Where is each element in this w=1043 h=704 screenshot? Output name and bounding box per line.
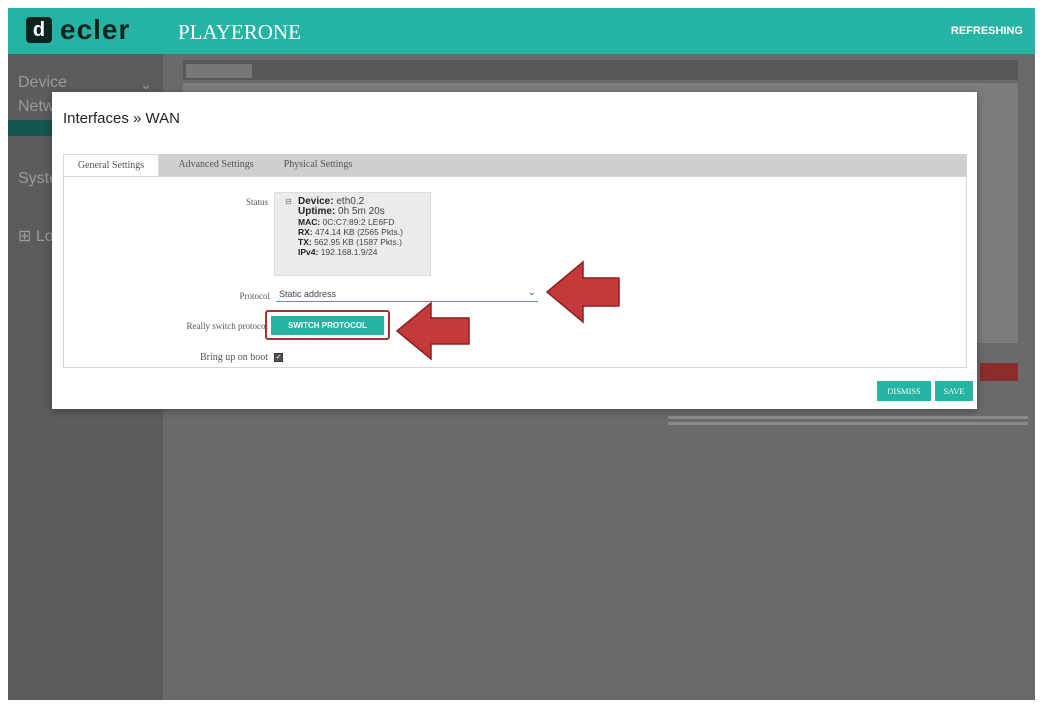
- background-footer: [668, 413, 1028, 425]
- tx-key: TX:: [298, 237, 312, 247]
- interface-edit-dialog: Interfaces » WAN General Settings Advanc…: [52, 92, 977, 409]
- bring-up-on-boot-checkbox[interactable]: ✓: [274, 353, 283, 362]
- top-bar: d ecler PLAYERONE REFRESHING: [8, 8, 1035, 54]
- tab-advanced-settings[interactable]: Advanced Settings: [163, 154, 269, 176]
- rx-value: 474.14 KB (2565 Pkts.): [315, 227, 403, 237]
- switch-protocol-button[interactable]: SWITCH PROTOCOL: [271, 316, 384, 335]
- sidebar-item-device[interactable]: Device: [18, 74, 67, 92]
- status-details: Device: eth0.2 Uptime: 0h 5m 20s MAC: 0C…: [298, 197, 403, 258]
- tx-value: 562.95 KB (1587 Pkts.): [314, 237, 402, 247]
- logo-mark: d: [26, 17, 52, 43]
- ecler-logo: d ecler: [26, 16, 130, 44]
- boot-label: Bring up on boot: [199, 352, 268, 363]
- tab-general-settings[interactable]: General Settings: [63, 154, 159, 178]
- uptime-key: Uptime:: [298, 206, 336, 217]
- logo-text: ecler: [60, 14, 131, 45]
- logout-icon: ⊞: [18, 228, 32, 245]
- sidebar-item-network[interactable]: Netw: [18, 98, 54, 116]
- tab-bar: General Settings Advanced Settings Physi…: [63, 154, 967, 178]
- annotation-arrow-icon: [545, 260, 620, 324]
- switch-protocol-label: Really switch protocol: [186, 321, 268, 331]
- ipv4-value: 192.168.1.9/24: [320, 247, 378, 257]
- uptime-value: 0h 5m 20s: [338, 206, 385, 217]
- dismiss-button[interactable]: DISMISS: [877, 381, 931, 401]
- general-settings-form: [63, 176, 967, 368]
- ipv4-key: IPv4:: [298, 247, 319, 257]
- mac-value: 0C:C7:89:2 LE6FD: [322, 217, 395, 227]
- sidebar-item-logout[interactable]: ⊞ Lo: [18, 226, 54, 246]
- status-label: Status: [245, 197, 268, 207]
- tab-physical-settings[interactable]: Physical Settings: [273, 154, 363, 176]
- logout-label: Lo: [35, 228, 54, 245]
- chevron-down-icon: ⌄: [527, 287, 536, 298]
- refresh-status: REFRESHING: [950, 25, 1023, 37]
- app-title: PLAYERONE: [178, 20, 301, 44]
- background-red-button: [980, 363, 1018, 381]
- save-button[interactable]: SAVE: [935, 381, 973, 401]
- chevron-down-icon[interactable]: ⌄: [140, 76, 152, 93]
- background-tab-interfaces: [186, 64, 252, 78]
- ethernet-port-icon: ⊟: [285, 197, 292, 206]
- mac-key: MAC:: [298, 217, 321, 227]
- protocol-selected-value: Static address: [279, 289, 337, 299]
- protocol-label: Protocol: [239, 291, 271, 301]
- rx-key: RX:: [298, 227, 313, 237]
- background-tabs: [183, 60, 1018, 80]
- dialog-title: Interfaces » WAN: [63, 110, 180, 127]
- annotation-arrow-icon: [395, 301, 470, 361]
